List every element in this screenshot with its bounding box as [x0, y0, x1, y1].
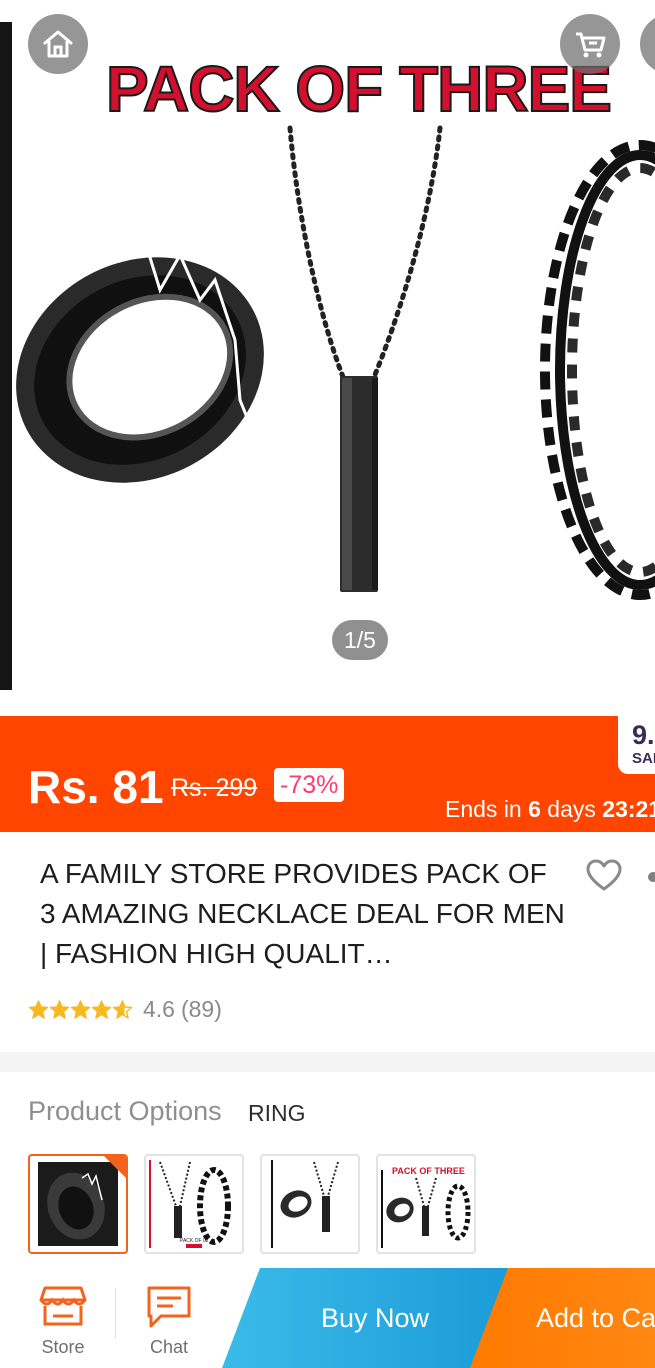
product-rating[interactable]: 4.6 (89)	[28, 996, 222, 1023]
option-thumb-necklace-bracelet[interactable]: PACK OF 02	[144, 1154, 244, 1254]
store-label: Store	[41, 1337, 85, 1357]
buy-now-button[interactable]: Buy Now	[222, 1268, 518, 1368]
star-icon	[49, 999, 70, 1019]
rating-stars	[28, 999, 133, 1020]
product-info: A FAMILY STORE PROVIDES PACK OF 3 AMAZIN…	[0, 832, 655, 1052]
share-icon[interactable]	[648, 872, 655, 882]
flash-sale-bar: Rs. 81 Rs. 299 -73% Ends in 6 days 23:21…	[0, 716, 655, 832]
cart-button[interactable]	[560, 14, 620, 74]
countdown-time: 23:21	[602, 796, 655, 822]
review-count: (89)	[180, 996, 222, 1022]
product-title: A FAMILY STORE PROVIDES PACK OF 3 AMAZIN…	[40, 858, 565, 969]
home-button[interactable]	[28, 14, 88, 74]
selected-corner-marker	[104, 1156, 126, 1178]
heart-icon	[586, 859, 622, 891]
campaign-badge-number: 9.9	[632, 720, 655, 750]
ring-necklace-thumbnail	[271, 1160, 339, 1248]
discount-badge: -73%	[274, 768, 345, 802]
original-price: Rs. 299	[171, 774, 258, 802]
product-detail-page: PACK OF THREE 1/5 Rs. 81 Rs. 299 -73% En…	[0, 0, 655, 1368]
tab-divider	[115, 1288, 116, 1338]
chat-icon	[147, 1286, 191, 1328]
rating-value: 4.6	[143, 996, 175, 1022]
star-icon	[91, 999, 112, 1019]
banner-text: PACK OF THREE	[105, 52, 613, 126]
countdown-days: 6	[528, 796, 541, 822]
product-options: Product Options RING PACK OF 02 PACK OF …	[0, 1072, 655, 1272]
options-label: Product Options	[28, 1096, 222, 1126]
image-counter: 1/5	[332, 620, 388, 660]
selected-option: RING	[248, 1100, 306, 1126]
star-icon	[28, 999, 49, 1019]
thumbnail-caption: PACK OF THREE	[392, 1166, 465, 1176]
chat-label: Chat	[149, 1337, 189, 1357]
option-thumb-ring-necklace[interactable]	[260, 1154, 360, 1254]
countdown-prefix: Ends in	[445, 796, 522, 822]
home-icon	[43, 30, 73, 58]
countdown-days-word: days	[547, 796, 596, 822]
store-icon	[39, 1286, 87, 1326]
bottom-action-bar: Store Chat Buy Now Add to Cart	[0, 1268, 655, 1368]
wishlist-button[interactable]	[585, 858, 623, 897]
chat-button[interactable]: Chat	[129, 1284, 209, 1358]
campaign-badge-text: SALE	[632, 750, 655, 767]
sale-countdown: Ends in 6 days 23:21	[445, 796, 655, 823]
star-icon	[70, 999, 91, 1019]
thumbnail-caption: PACK OF 02	[180, 1238, 209, 1244]
option-thumb-pack-of-three[interactable]: PACK OF THREE	[376, 1154, 476, 1254]
star-icon	[112, 999, 133, 1019]
current-price: Rs. 81	[28, 761, 164, 813]
campaign-badge[interactable]: 9.9 SALE	[618, 716, 655, 774]
necklace-bracelet-thumbnail: PACK OF 02	[149, 1160, 231, 1248]
option-thumb-ring[interactable]	[28, 1154, 128, 1254]
store-button[interactable]: Store	[23, 1284, 103, 1358]
cart-icon	[576, 32, 606, 58]
product-image-gallery[interactable]: PACK OF THREE 1/5	[0, 0, 655, 716]
